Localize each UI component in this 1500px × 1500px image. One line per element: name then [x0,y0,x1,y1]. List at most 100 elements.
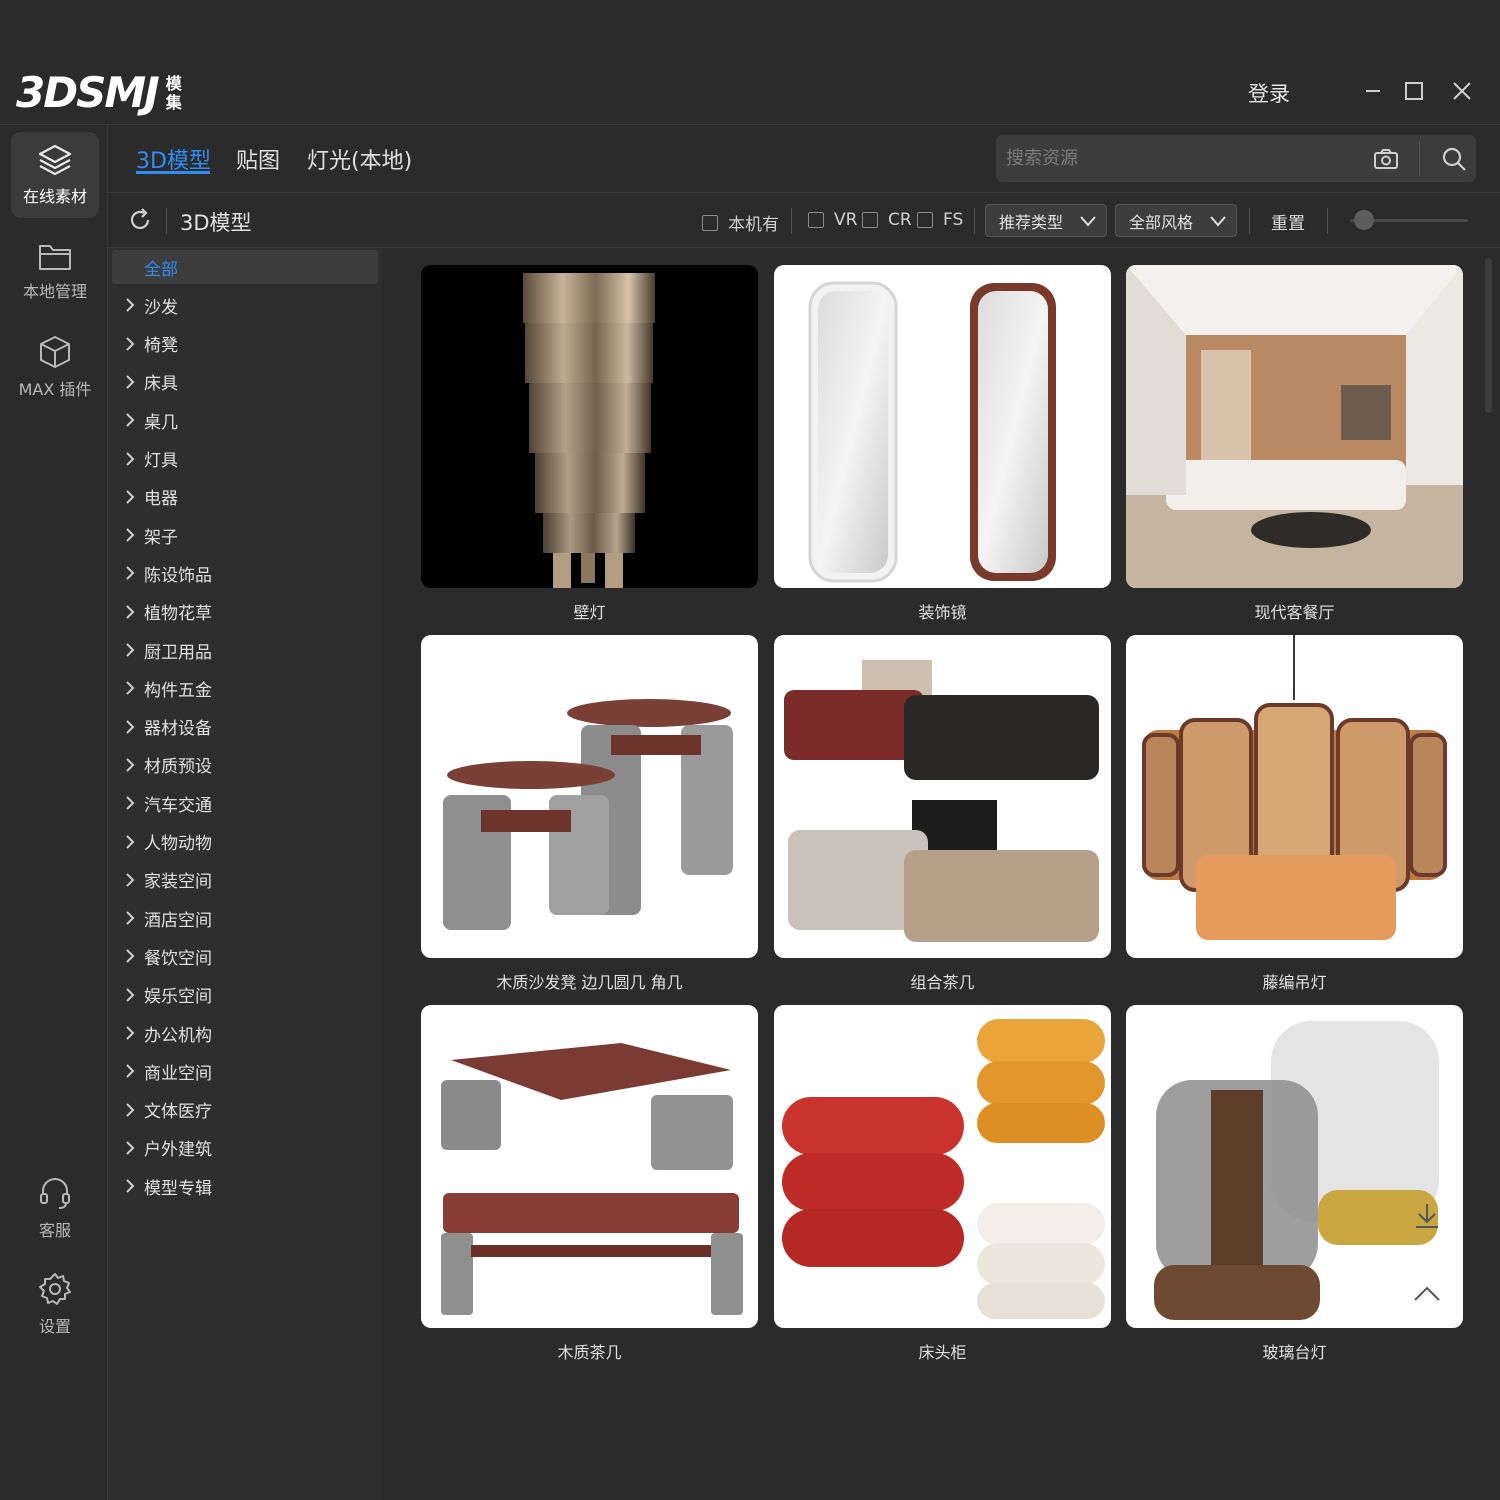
model-thumbnail [421,635,758,958]
category-item[interactable]: 厨卫用品 [112,633,378,667]
rail-item-local-manage[interactable]: 本地管理 [11,228,99,314]
model-title: 壁灯 [573,603,606,622]
close-button[interactable] [1447,76,1477,106]
category-item[interactable]: 构件五金 [112,671,378,705]
category-label: 家装空间 [144,872,212,893]
category-item[interactable]: 办公机构 [112,1016,378,1050]
category-label: 材质预设 [144,757,212,778]
category-label: 桌几 [144,412,178,433]
category-label: 陈设饰品 [144,565,212,586]
category-item[interactable]: 桌几 [112,403,378,437]
reset-button[interactable]: 重置 [1271,209,1305,234]
fs-label: FS [943,210,964,230]
model-card[interactable]: 木质沙发凳 边几圆几 角几 [421,635,758,993]
vr-checkbox[interactable]: VR [808,210,857,230]
model-card[interactable]: 现代客餐厅 [1126,265,1463,623]
rail-item-settings[interactable]: 设置 [11,1261,99,1347]
rail-item-max-plugin[interactable]: MAX 插件 [11,324,99,410]
category-item[interactable]: 电器 [112,480,378,514]
model-title: 藤编吊灯 [1262,973,1327,992]
rail-label-local-manage: 本地管理 [22,282,87,301]
category-label: 器材设备 [144,719,212,740]
model-card[interactable]: 木质茶几 [421,1005,758,1363]
category-label: 床具 [144,374,178,395]
search-input[interactable] [996,135,1366,182]
chevron-right-icon [126,604,135,619]
model-card[interactable]: 壁灯 [421,265,758,623]
local-only-checkbox[interactable]: 本机有 [702,210,779,235]
chevron-right-icon [126,911,135,925]
rail-label-customer-service: 客服 [38,1221,71,1240]
category-item[interactable]: 架子 [112,518,378,552]
fs-checkbox[interactable]: FS [917,210,963,230]
type-dropdown-label: 推荐类型 [999,212,1064,232]
layers-icon [38,144,72,176]
rail-item-customer-service[interactable]: 客服 [11,1165,99,1251]
category-all[interactable]: 全部 [112,250,378,284]
category-item[interactable]: 户外建筑 [112,1131,378,1165]
rail-item-online-assets[interactable]: 在线素材 [11,132,99,218]
category-label: 灯具 [144,451,178,471]
category-item[interactable]: 汽车交通 [112,786,378,820]
refresh-icon[interactable] [127,207,153,233]
chevron-right-icon [126,796,135,810]
grid-scrollbar[interactable] [1485,258,1492,413]
model-title: 床头柜 [918,1343,967,1362]
maximize-icon [1405,82,1423,100]
category-item[interactable]: 陈设饰品 [112,556,378,590]
chevron-right-icon [126,336,135,351]
model-card[interactable]: 玻璃台灯 [1126,1005,1463,1363]
login-button[interactable]: 登录 [1248,78,1290,108]
size-slider-handle[interactable] [1354,210,1374,230]
search-icon[interactable] [1440,145,1468,173]
category-item[interactable]: 椅凳 [112,327,378,361]
category-label: 户外建筑 [144,1140,212,1161]
model-thumbnail [1126,1005,1463,1328]
rail-label-online-assets: 在线素材 [22,187,87,206]
category-item[interactable]: 沙发 [112,288,378,322]
camera-icon[interactable] [1372,145,1400,173]
style-dropdown[interactable]: 全部风格 [1115,204,1237,237]
scroll-to-top-button[interactable] [1412,1279,1446,1313]
coffee-table-set-image [784,660,1099,942]
gear-icon [39,1273,71,1305]
model-title: 玻璃台灯 [1262,1343,1327,1362]
minimize-button[interactable] [1358,76,1388,106]
chevron-right-icon [126,566,135,581]
logo: 3DSMJ 模 集 [16,68,182,117]
model-card[interactable]: 藤编吊灯 [1126,635,1463,993]
tab-textures[interactable]: 贴图 [236,143,280,175]
category-item[interactable]: 文体医疗 [112,1093,378,1127]
category-item[interactable]: 商业空间 [112,1054,378,1088]
category-item[interactable]: 植物花草 [112,595,378,629]
chevron-right-icon [126,834,135,849]
living-room-image [1126,265,1463,588]
category-label: 电器 [144,489,178,510]
category-item[interactable]: 器材设备 [112,710,378,744]
category-item[interactable]: 床具 [112,365,378,399]
tab-lights-local[interactable]: 灯光(本地) [307,143,412,175]
model-card[interactable]: 床头柜 [774,1005,1111,1363]
category-label: 厨卫用品 [144,642,212,663]
category-label: 娱乐空间 [144,987,212,1008]
download-button[interactable] [1412,1201,1446,1235]
category-item[interactable]: 人物动物 [112,825,378,859]
type-dropdown[interactable]: 推荐类型 [985,204,1107,237]
model-card[interactable]: 组合茶几 [774,635,1111,993]
category-item[interactable]: 灯具 [112,442,378,476]
cr-checkbox[interactable]: CR [862,210,912,230]
category-item[interactable]: 酒店空间 [112,901,378,935]
category-item[interactable]: 餐饮空间 [112,939,378,973]
folder-icon [39,245,71,270]
chevron-right-icon [126,873,135,887]
category-item[interactable]: 家装空间 [112,863,378,897]
category-item[interactable]: 模型专辑 [112,1169,378,1203]
chevron-right-icon [126,451,135,466]
category-label: 办公机构 [144,1025,212,1046]
logo-sub-char-1: 模 [165,73,182,93]
minimize-icon [1366,90,1380,92]
maximize-button[interactable] [1399,76,1429,106]
category-item[interactable]: 材质预设 [112,748,378,782]
category-item[interactable]: 娱乐空间 [112,978,378,1012]
model-card[interactable]: 装饰镜 [774,265,1111,623]
